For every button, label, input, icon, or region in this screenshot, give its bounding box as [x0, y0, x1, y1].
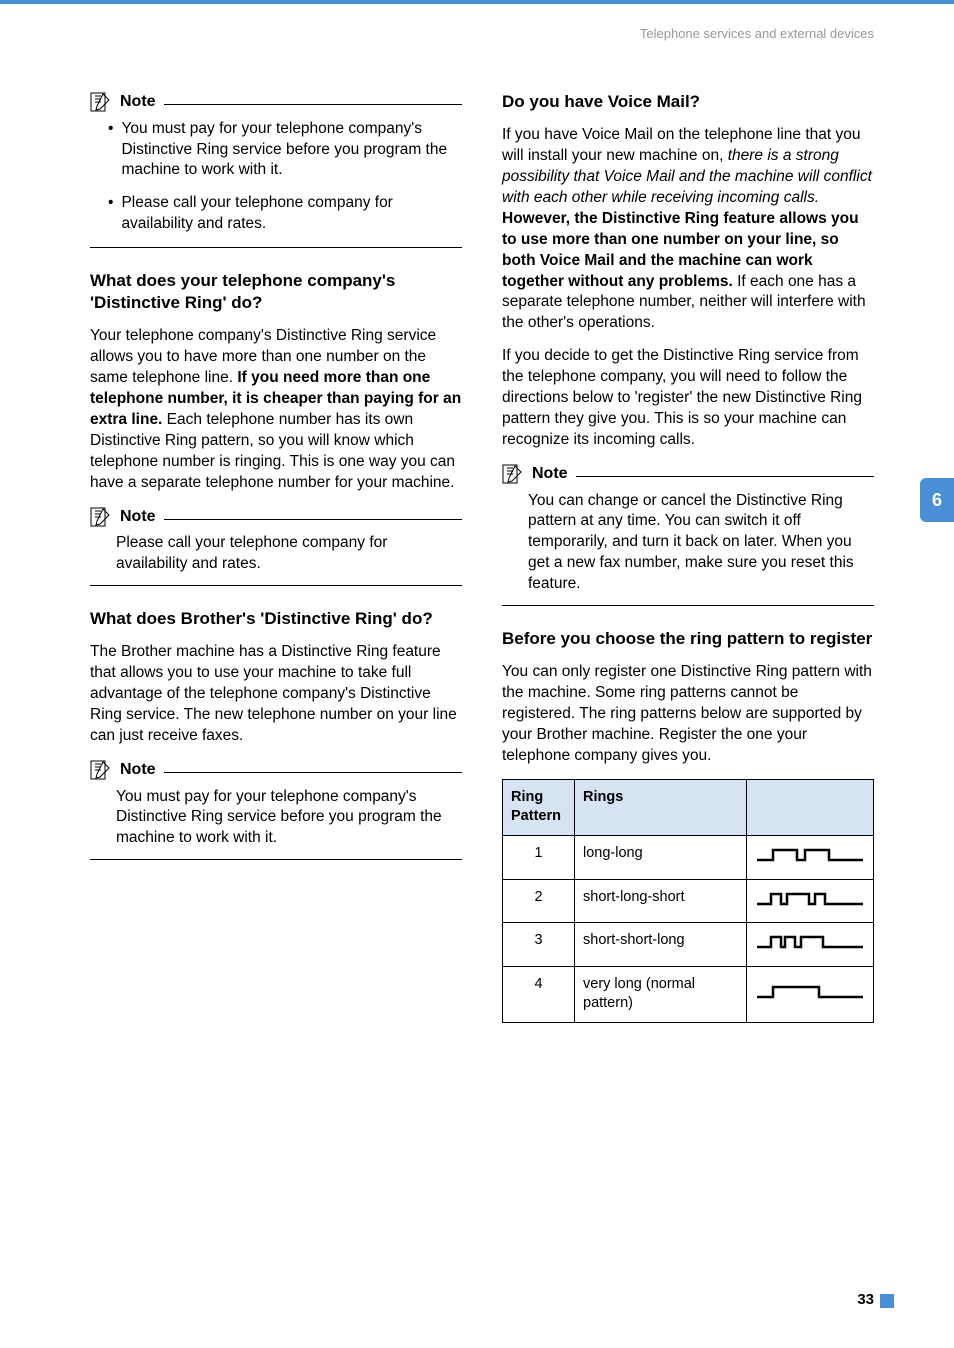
ring-diagram-icon	[755, 981, 865, 1001]
note-rule	[164, 772, 462, 773]
running-header: Telephone services and external devices	[0, 4, 954, 41]
note-label: Note	[120, 759, 156, 781]
ring-diagram-icon	[755, 844, 865, 864]
cell-rings-2: short-long-short	[575, 879, 747, 923]
note1-bullet-1-text: You must pay for your telephone company'…	[121, 119, 462, 182]
cell-pattern-4: 4	[503, 966, 575, 1022]
heading-before-register: Before you choose the ring pattern to re…	[502, 628, 874, 650]
table-header-row: Ring Pattern Rings	[503, 779, 874, 835]
note-end-rule	[90, 247, 462, 248]
th-diagram	[747, 779, 874, 835]
note-block-2: Note Please call your telephone company …	[90, 506, 462, 586]
note-label: Note	[532, 463, 568, 485]
cell-rings-4: very long (normal pattern)	[575, 966, 747, 1022]
left-column: Note You must pay for your telephone com…	[90, 91, 462, 1023]
cell-rings-1: long-long	[575, 835, 747, 879]
note-block-3: Note You must pay for your telephone com…	[90, 759, 462, 860]
table-row: 2 short-long-short	[503, 879, 874, 923]
page-corner-accent	[880, 1294, 894, 1308]
cell-diagram-4	[747, 966, 874, 1022]
note-label: Note	[120, 91, 156, 113]
cell-diagram-3	[747, 923, 874, 967]
heading-telco-dr: What does your telephone company's 'Dist…	[90, 270, 462, 314]
note-end-rule	[502, 605, 874, 606]
para-voicemail: If you have Voice Mail on the telephone …	[502, 125, 874, 334]
cell-pattern-3: 3	[503, 923, 575, 967]
table-row: 1 long-long	[503, 835, 874, 879]
para-telco-dr: Your telephone company's Distinctive Rin…	[90, 326, 462, 493]
ring-diagram-icon	[755, 931, 865, 951]
note-block-1: Note You must pay for your telephone com…	[90, 91, 462, 248]
ring-pattern-table: Ring Pattern Rings 1 long-long 2 short-l…	[502, 779, 874, 1023]
table-row: 3 short-short-long	[503, 923, 874, 967]
note-block-r1: Note You can change or cancel the Distin…	[502, 463, 874, 606]
note-end-rule	[90, 859, 462, 860]
note-label: Note	[120, 506, 156, 528]
cell-rings-3: short-short-long	[575, 923, 747, 967]
note-icon	[90, 760, 112, 780]
right-column: Do you have Voice Mail? If you have Voic…	[502, 91, 874, 1023]
note-rule	[164, 104, 462, 105]
note2-body: Please call your telephone company for a…	[90, 533, 462, 575]
note-rule	[576, 476, 874, 477]
para-brother-dr: The Brother machine has a Distinctive Ri…	[90, 642, 462, 747]
heading-voicemail: Do you have Voice Mail?	[502, 91, 874, 113]
cell-pattern-1: 1	[503, 835, 575, 879]
para-register: If you decide to get the Distinctive Rin…	[502, 346, 874, 451]
ring-diagram-icon	[755, 888, 865, 908]
th-rings: Rings	[575, 779, 747, 835]
para-before-register: You can only register one Distinctive Ri…	[502, 662, 874, 767]
note-icon	[90, 507, 112, 527]
note3-body: You must pay for your telephone company'…	[90, 787, 462, 850]
page-body: Note You must pay for your telephone com…	[0, 41, 954, 1023]
note-end-rule	[90, 585, 462, 586]
table-row: 4 very long (normal pattern)	[503, 966, 874, 1022]
page-number: 33	[857, 1291, 874, 1308]
note1-bullet-2: Please call your telephone company for a…	[108, 193, 462, 235]
th-ring-pattern: Ring Pattern	[503, 779, 575, 835]
cell-diagram-2	[747, 879, 874, 923]
note1-bullet-1: You must pay for your telephone company'…	[108, 119, 462, 182]
note-icon	[90, 92, 112, 112]
heading-brother-dr: What does Brother's 'Distinctive Ring' d…	[90, 608, 462, 630]
note-r1-body: You can change or cancel the Distinctive…	[502, 491, 874, 596]
chapter-tab: 6	[920, 478, 954, 522]
note-rule	[164, 519, 462, 520]
note1-bullet-2-text: Please call your telephone company for a…	[121, 193, 462, 235]
cell-diagram-1	[747, 835, 874, 879]
cell-pattern-2: 2	[503, 879, 575, 923]
note-icon	[502, 464, 524, 484]
